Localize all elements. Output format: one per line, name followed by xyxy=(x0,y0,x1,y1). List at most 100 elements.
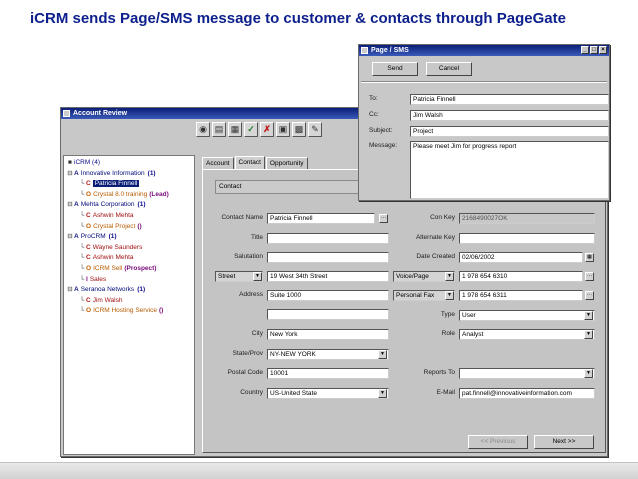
tree-node-label: Innovative Information xyxy=(80,169,145,177)
tab-opportunity[interactable]: Opportunity xyxy=(265,157,308,169)
tree-branch-icon: └ xyxy=(79,307,85,315)
tree-branch-icon: └ xyxy=(79,190,85,198)
tree-contact-node[interactable]: └ C Jim Walsh xyxy=(66,296,194,307)
tree-contact-node[interactable]: └ C Patricia Finnell xyxy=(66,179,194,190)
next-button[interactable]: Next >> xyxy=(534,435,594,449)
slide-title: iCRM sends Page/SMS message to customer … xyxy=(30,10,566,27)
tree-opportunity-node[interactable]: └ O Crystal Project() xyxy=(66,222,194,233)
state-select[interactable]: NY-NEW YORK xyxy=(267,349,389,360)
contact-lookup-button[interactable]: ··· xyxy=(379,214,388,223)
send-button[interactable]: Send xyxy=(372,62,418,76)
tree-node-label: Crystal 8.0 training xyxy=(93,190,148,198)
contact-name-field[interactable]: Patricia Finnell xyxy=(267,213,375,224)
window-system-icon[interactable] xyxy=(63,110,70,117)
delete-icon[interactable]: ▦ xyxy=(228,122,242,137)
postal-label: Postal Code xyxy=(227,369,263,376)
phone2-field[interactable]: 1 978 654 6311 xyxy=(459,290,583,301)
tree-count-badge: (1) xyxy=(137,201,146,209)
street-field[interactable]: 19 West 34th Street xyxy=(267,271,389,282)
tree-contact-node[interactable]: └ C Wayne Saunders xyxy=(66,243,194,254)
report-icon[interactable]: ▤ xyxy=(212,122,226,137)
email-field[interactable]: pat.finnell@innovativeinformation.com xyxy=(459,388,595,399)
tree-account-node[interactable]: ⊟A Mehta Corporation (1) xyxy=(66,200,194,211)
tree-node-label: Ashwin Mehta xyxy=(92,254,134,262)
role-dropdown[interactable]: ▼ xyxy=(584,330,593,339)
role-select[interactable]: Analyst xyxy=(459,329,595,340)
tree-branch-icon: └ xyxy=(79,243,85,251)
type-select[interactable]: User xyxy=(459,310,595,321)
phone1-dial-button[interactable]: ··· xyxy=(585,272,594,281)
reports-to-select[interactable] xyxy=(459,368,595,379)
tree-branch-icon: └ xyxy=(79,296,85,304)
message-label: Message: xyxy=(369,142,398,149)
message-textarea[interactable]: Please meet Jim for progress report xyxy=(410,141,609,199)
salutation-field[interactable] xyxy=(267,252,389,263)
calendar-icon[interactable]: ▩ xyxy=(292,122,306,137)
role-label: Role xyxy=(441,330,455,337)
tree-account-node[interactable]: ⊟A Seranoa Networks (1) xyxy=(66,285,194,296)
cancel-button[interactable]: Cancel xyxy=(426,62,472,76)
cc-field[interactable]: Jim Walsh xyxy=(410,110,609,121)
tree-type-letter: O xyxy=(86,190,92,198)
tree-node-label: Ashwin Mehta xyxy=(92,211,134,219)
previous-button[interactable]: << Previous xyxy=(468,435,528,449)
phone2-type-dropdown[interactable]: ▼ xyxy=(445,291,454,300)
page-sms-titlebar[interactable]: Page / SMS _ □ × xyxy=(359,45,609,56)
date-created-label: Date Created xyxy=(416,253,455,260)
phone2-dial-button[interactable]: ··· xyxy=(585,291,594,300)
tab-account[interactable]: Account xyxy=(202,157,234,169)
notepad-icon[interactable]: ✎ xyxy=(308,122,322,137)
type-dropdown[interactable]: ▼ xyxy=(584,311,593,320)
tab-strip: Account Contact Opportunity xyxy=(202,156,309,169)
state-dropdown[interactable]: ▼ xyxy=(378,350,387,359)
country-select[interactable]: US-United State xyxy=(267,388,389,399)
tree-node-label: Crystal Project xyxy=(93,222,136,230)
address-field[interactable]: Suite 1000 xyxy=(267,290,389,301)
tree-opportunity-node[interactable]: └ O ICRM Sell (Prospect) xyxy=(66,264,194,275)
tree-contact-node[interactable]: └ C Ashwin Mehta xyxy=(66,211,194,222)
account-review-title: Account Review xyxy=(73,110,128,117)
minimize-icon[interactable]: _ xyxy=(581,46,589,54)
tree-type-letter: C xyxy=(86,243,91,251)
tree-opportunity-node[interactable]: └ O ICRM Hosting Service() xyxy=(66,306,194,317)
city-field[interactable]: New York xyxy=(267,329,389,340)
close-icon[interactable]: × xyxy=(599,46,607,54)
alternate-key-field[interactable] xyxy=(459,233,595,244)
tree-contact-node[interactable]: └ C Ashwin Mehta xyxy=(66,253,194,264)
window-system-icon[interactable] xyxy=(361,47,368,54)
tree-root[interactable]: ■ iCRM (4) xyxy=(66,158,194,169)
date-created-field[interactable]: 02/06/2002 xyxy=(459,252,583,263)
type-label: Type xyxy=(440,311,455,318)
maximize-icon[interactable]: □ xyxy=(590,46,598,54)
tree-contact-node[interactable]: └ I Sales xyxy=(66,275,194,286)
check-icon[interactable]: ✓ xyxy=(244,122,258,137)
address2-field[interactable] xyxy=(267,309,389,320)
account-tree[interactable]: ■ iCRM (4) ⊟A Innovative Information (1) └ C P… xyxy=(63,155,195,455)
calculator-icon[interactable]: ▣ xyxy=(276,122,290,137)
reports-to-dropdown[interactable]: ▼ xyxy=(584,369,593,378)
to-field[interactable]: Patricia Finnell xyxy=(410,94,609,105)
tree-collapse-icon[interactable]: ⊟ xyxy=(66,285,74,296)
calendar-picker-icon[interactable]: ▦ xyxy=(585,253,594,262)
binoculars-icon[interactable]: ◉ xyxy=(196,122,210,137)
tree-branch-icon: └ xyxy=(79,211,85,219)
cancel-x-icon[interactable]: ✗ xyxy=(260,122,274,137)
tree-opportunity-node[interactable]: └ O Crystal 8.0 training (Lead) xyxy=(66,190,194,201)
tab-contact[interactable]: Contact xyxy=(234,156,265,169)
tree-collapse-icon[interactable]: ⊟ xyxy=(66,169,74,180)
tree-account-node[interactable]: ⊟A Innovative Information (1) xyxy=(66,169,194,180)
title-field[interactable] xyxy=(267,233,389,244)
street-type-dropdown[interactable]: ▼ xyxy=(253,272,262,281)
phone1-field[interactable]: 1 978 654 6310 xyxy=(459,271,583,282)
tree-type-letter: A xyxy=(74,233,79,241)
subject-field[interactable]: Project xyxy=(410,126,609,137)
postal-field[interactable]: 10001 xyxy=(267,368,389,379)
tree-branch-icon: └ xyxy=(79,180,85,188)
tree-account-node[interactable]: ⊟A ProCRM (1) xyxy=(66,232,194,243)
country-dropdown[interactable]: ▼ xyxy=(378,389,387,398)
tree-collapse-icon[interactable]: ⊟ xyxy=(66,232,74,243)
phone1-type-dropdown[interactable]: ▼ xyxy=(445,272,454,281)
tree-collapse-icon[interactable]: ⊟ xyxy=(66,200,74,211)
toolbar-divider xyxy=(361,81,607,83)
alternate-key-label: Alternate Key xyxy=(415,234,455,241)
